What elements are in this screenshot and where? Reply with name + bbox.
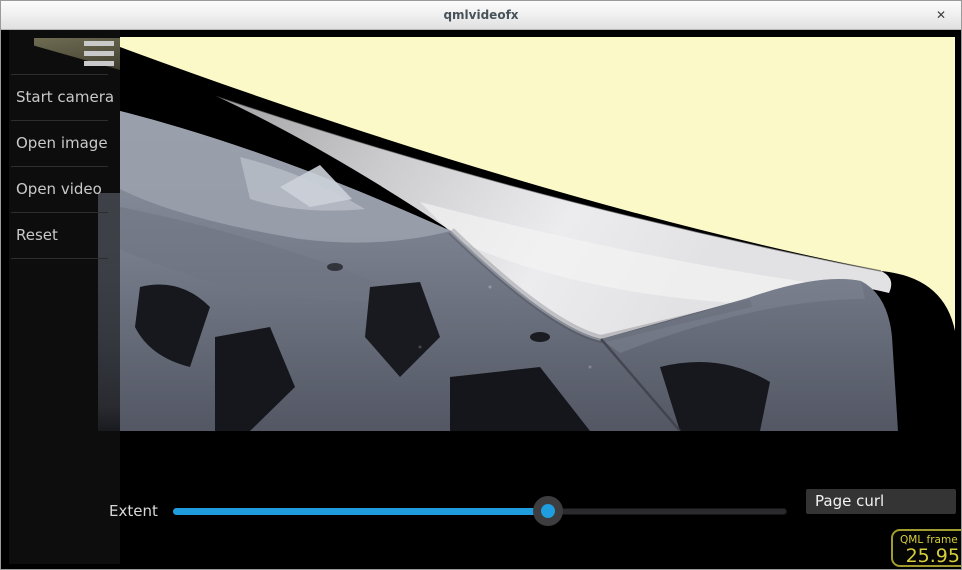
window-title: qmlvideofx (1, 1, 961, 29)
sidebar-item-reset[interactable]: Reset (11, 213, 108, 259)
sidebar-item-start-camera[interactable]: Start camera (11, 75, 108, 121)
extent-slider[interactable] (173, 481, 787, 541)
extent-slider-track[interactable] (173, 508, 787, 515)
app-window: qmlvideofx ✕ (0, 0, 962, 570)
hamburger-menu-icon[interactable] (84, 41, 114, 67)
extent-slider-fill (173, 508, 548, 515)
sidebar-menu: Start camera Open image Open video Reset (11, 74, 108, 259)
fps-value: 25.95 (900, 545, 962, 567)
extent-slider-handle[interactable] (533, 496, 563, 526)
effect-selector-button[interactable]: Page curl (806, 489, 956, 514)
sidebar-item-open-video[interactable]: Open video (11, 167, 108, 213)
bottom-controls: Extent Page curl QML frame r... 25.95 (1, 481, 962, 551)
close-icon[interactable]: ✕ (927, 1, 955, 29)
fps-readout: QML frame r... 25.95 (891, 529, 962, 567)
sidebar-item-open-image[interactable]: Open image (11, 121, 108, 167)
extent-slider-label: Extent (109, 502, 158, 520)
page-curl-scene (120, 37, 955, 431)
title-bar: qmlvideofx ✕ (1, 1, 961, 30)
